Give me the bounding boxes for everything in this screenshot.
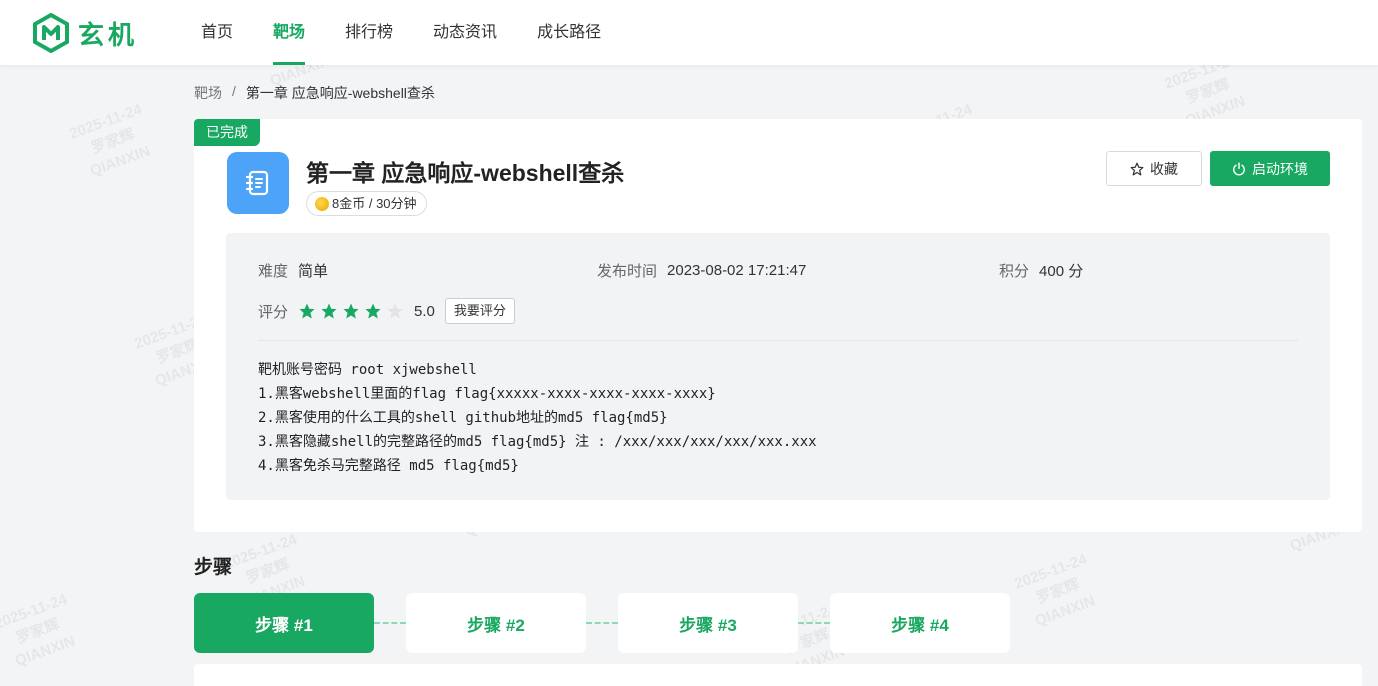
difficulty-field: 难度 简单 [258, 260, 328, 281]
description-line: 4.黑客免杀马完整路径 md5 flag{md5} [258, 458, 519, 474]
star-filled-icon[interactable] [342, 302, 360, 320]
star-filled-icon[interactable] [320, 302, 338, 320]
rating-field: 评分 5.0 我要评分 [258, 298, 515, 324]
step-tab-2[interactable]: 步骤 #2 [406, 593, 586, 653]
description-line: 靶机账号密码 root xjwebshell [258, 362, 477, 378]
reward-text: 8金币 / 30分钟 [332, 196, 417, 211]
watermark-tile: 2025-11-24罗家辉QIANXIN [67, 100, 153, 180]
challenge-title: 第一章 应急响应-webshell查杀 [306, 160, 625, 186]
nav-item-range[interactable]: 靶场 [273, 0, 306, 65]
power-icon [1233, 161, 1245, 175]
watermark-tile: 2025-11-24罗家辉QIANXIN [1012, 550, 1098, 630]
publish-time-field: 发布时间 2023-08-02 17:21:47 [597, 260, 806, 281]
breadcrumb: 靶场 / 第一章 应急响应-webshell查杀 [194, 83, 435, 103]
step-connector [798, 622, 830, 624]
score-value: 400 分 [1039, 263, 1084, 280]
step-tab-1[interactable]: 步骤 #1 [194, 593, 374, 653]
description-line: 3.黑客隐藏shell的完整路径的md5 flag{md5} 注 : /xxx/… [258, 434, 817, 450]
breadcrumb-separator: / [232, 83, 236, 99]
steps-heading: 步骤 [194, 557, 233, 578]
brand-name: 玄机 [78, 19, 139, 50]
divider [258, 340, 1298, 341]
main-nav: 首页 靶场 排行榜 动态资讯 成长路径 [201, 0, 641, 65]
score-label: 积分 [999, 263, 1030, 280]
start-environment-label: 启动环境 [1252, 160, 1308, 177]
nav-item-home[interactable]: 首页 [201, 0, 233, 65]
challenge-icon [227, 152, 289, 214]
reward-badge: 8金币 / 30分钟 [306, 191, 427, 216]
step-tab-3[interactable]: 步骤 #3 [618, 593, 798, 653]
difficulty-value: 简单 [298, 263, 329, 280]
notebook-icon [245, 170, 269, 196]
step-content-card [194, 664, 1362, 686]
favorite-button[interactable]: 收藏 [1106, 151, 1202, 186]
nav-item-news[interactable]: 动态资讯 [433, 0, 497, 65]
step-tab-4[interactable]: 步骤 #4 [830, 593, 1010, 653]
star-filled-icon[interactable] [364, 302, 382, 320]
watermark-tile: 2025-11-24罗家辉QIANXIN [0, 590, 78, 670]
favorite-label: 收藏 [1150, 160, 1178, 177]
score-field: 积分 400 分 [999, 260, 1083, 281]
breadcrumb-root[interactable]: 靶场 [194, 83, 222, 103]
star-outline-icon [1130, 162, 1144, 175]
rating-stars [298, 302, 404, 320]
top-navbar: 玄机 首页 靶场 排行榜 动态资讯 成长路径 [0, 0, 1378, 65]
description-line: 1.黑客webshell里面的flag flag{xxxxx-xxxx-xxxx… [258, 386, 716, 402]
step-connector [586, 622, 618, 624]
start-environment-button[interactable]: 启动环境 [1210, 151, 1330, 186]
challenge-description: 靶机账号密码 root xjwebshell 1.黑客webshell里面的fl… [258, 358, 817, 478]
rating-label: 评分 [258, 303, 289, 321]
star-empty-icon[interactable] [386, 302, 404, 320]
logo-icon [33, 13, 69, 53]
breadcrumb-current: 第一章 应急响应-webshell查杀 [245, 85, 435, 101]
coin-icon [315, 196, 329, 211]
challenge-info-panel: 难度 简单 发布时间 2023-08-02 17:21:47 积分 400 分 … [226, 233, 1330, 500]
description-line: 2.黑客使用的什么工具的shell github地址的md5 flag{md5} [258, 410, 668, 426]
publish-time-label: 发布时间 [597, 263, 658, 280]
nav-item-growth-path[interactable]: 成长路径 [537, 0, 601, 65]
star-filled-icon[interactable] [298, 302, 316, 320]
status-badge: 已完成 [194, 119, 260, 146]
nav-item-ranking[interactable]: 排行榜 [345, 0, 393, 65]
difficulty-label: 难度 [258, 263, 289, 280]
brand-logo[interactable]: 玄机 [32, 13, 138, 53]
rate-button[interactable]: 我要评分 [444, 298, 515, 324]
step-connector [374, 622, 406, 624]
publish-time-value: 2023-08-02 17:21:47 [667, 262, 807, 279]
rating-value: 5.0 [414, 302, 435, 320]
